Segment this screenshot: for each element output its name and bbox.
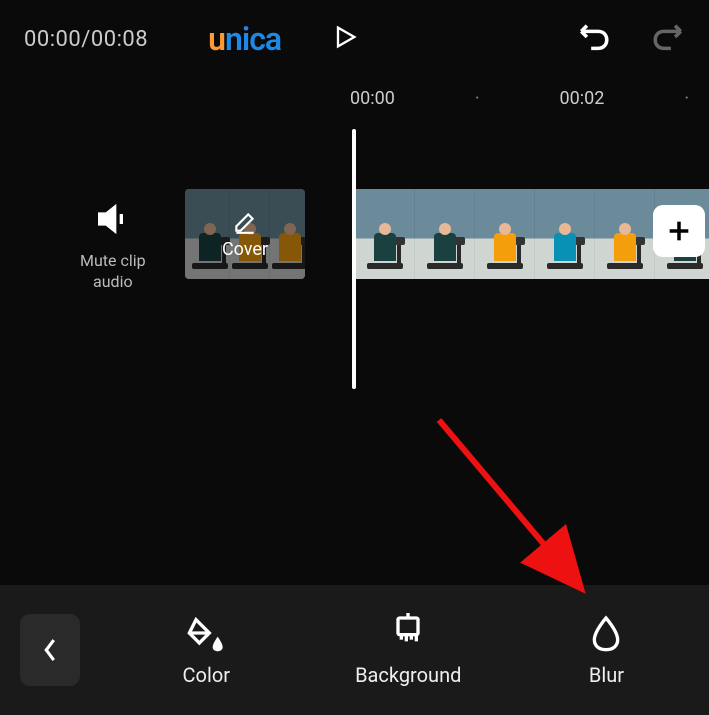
cover-label: Cover <box>222 239 268 260</box>
ruler-time-2: 00:02 <box>560 88 605 109</box>
play-button[interactable] <box>331 23 359 55</box>
clip-frame <box>475 189 535 279</box>
undo-icon <box>577 20 611 54</box>
play-icon <box>331 23 359 51</box>
speaker-icon <box>93 199 133 239</box>
logo-letter-c: c <box>249 20 265 58</box>
add-clip-button[interactable] <box>653 205 705 257</box>
clip-frame <box>595 189 655 279</box>
color-tool[interactable]: Color <box>183 613 230 687</box>
clip-frame <box>535 189 595 279</box>
time-total: 00:08 <box>91 27 148 52</box>
edit-icon <box>232 209 258 235</box>
time-display: 00:00/00:08 <box>24 27 148 52</box>
background-tool[interactable]: Background <box>355 613 461 687</box>
logo: unica <box>208 20 281 58</box>
timeline-area: Mute clip audio <box>0 149 709 449</box>
ruler-tick: · <box>475 88 480 109</box>
brush-icon <box>388 613 428 653</box>
logo-letter-a: a <box>265 20 281 58</box>
redo-icon <box>651 20 685 54</box>
redo-button[interactable] <box>651 20 685 58</box>
ruler-time-1: 00:00 <box>350 88 395 109</box>
undo-button[interactable] <box>577 20 611 58</box>
ruler-tick: · <box>684 88 689 109</box>
background-label: Background <box>355 663 461 687</box>
mute-label-line2: audio <box>80 272 146 293</box>
playhead[interactable] <box>352 129 356 389</box>
blur-tool[interactable]: Blur <box>586 613 626 687</box>
chevron-left-icon <box>41 635 59 665</box>
top-right-controls <box>577 20 685 58</box>
mute-clip-audio-button[interactable]: Mute clip audio <box>80 199 146 293</box>
clip-frame <box>415 189 475 279</box>
logo-letter-u: u <box>208 20 225 58</box>
top-bar: 00:00/00:08 unica <box>0 0 709 78</box>
logo-letter-n: n <box>225 20 242 58</box>
paint-bucket-icon <box>186 613 226 653</box>
blur-label: Blur <box>589 663 624 687</box>
droplet-icon <box>586 613 626 653</box>
clip-frame <box>355 189 415 279</box>
time-current: 00:00 <box>24 27 81 52</box>
plus-icon <box>665 217 693 245</box>
cover-thumbnail[interactable]: Cover <box>185 189 305 279</box>
mute-label: Mute clip audio <box>80 251 146 293</box>
logo-letter-i: i <box>242 20 249 58</box>
annotation-arrow <box>429 410 609 610</box>
color-label: Color <box>183 663 230 687</box>
tool-items: Color Background Blur <box>120 613 689 687</box>
back-button[interactable] <box>20 614 80 686</box>
mute-label-line1: Mute clip <box>80 251 146 272</box>
timeline-ruler[interactable]: 00:00 · 00:02 · <box>0 78 709 119</box>
